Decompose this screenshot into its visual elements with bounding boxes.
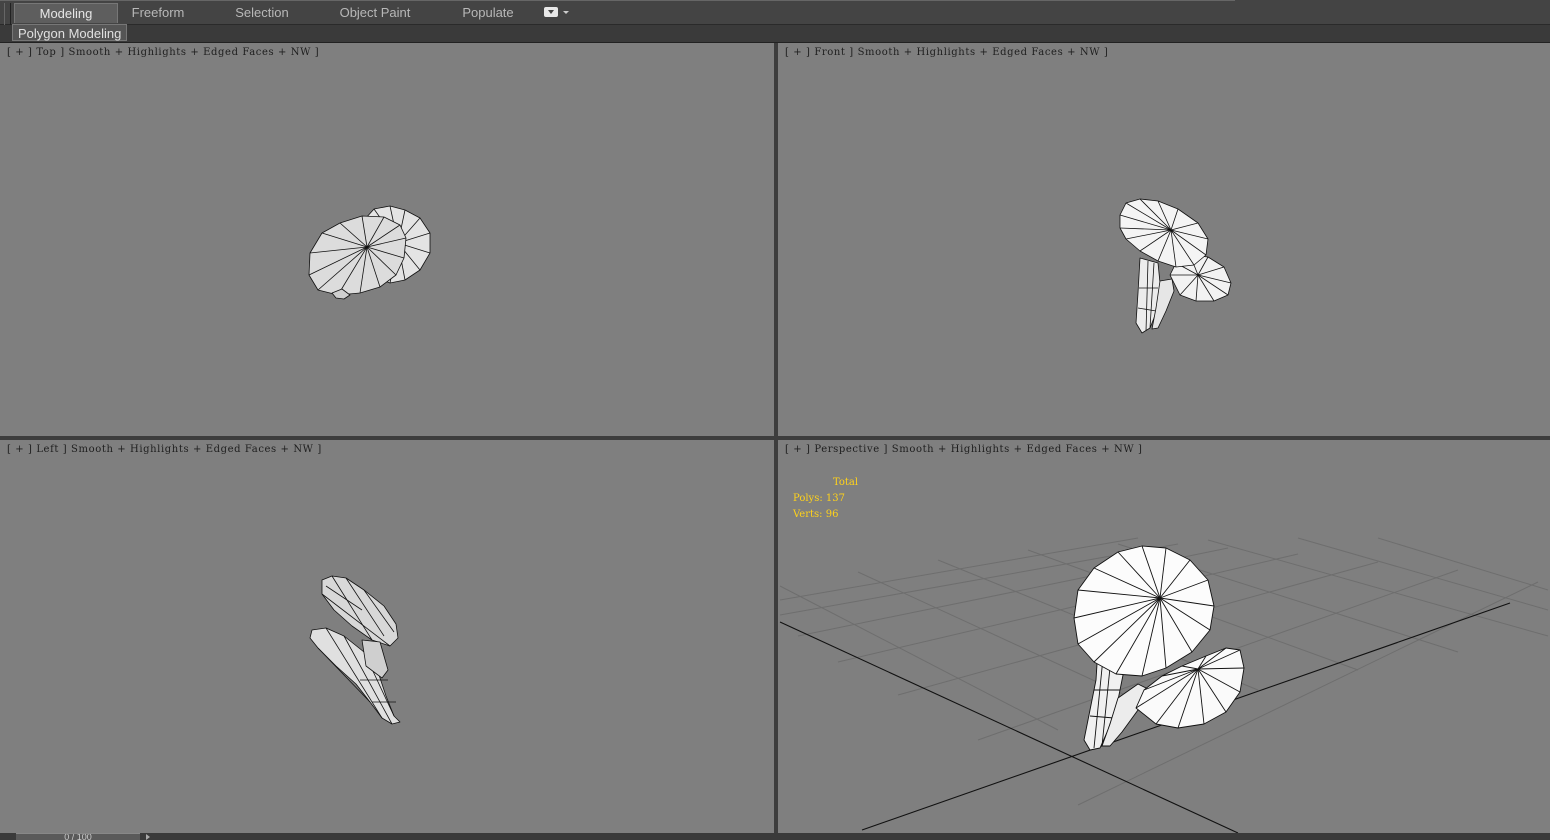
perspective-scene — [779, 537, 1549, 833]
tab-freeform[interactable]: Freeform — [118, 3, 198, 23]
time-slider[interactable]: 0 / 100 — [16, 833, 140, 840]
ribbon-panel: Polygon Modeling — [0, 24, 1550, 43]
viewport-perspective[interactable]: [ + ] Perspective ] Smooth + Highlights … — [778, 440, 1550, 833]
dropdown-box-icon — [544, 7, 558, 17]
mushroom-mesh-top — [308, 205, 431, 300]
viewport-left[interactable]: [ + ] Left ] Smooth + Highlights + Edged… — [0, 440, 774, 833]
tab-selection[interactable]: Selection — [222, 3, 302, 23]
polygon-modeling-button[interactable]: Polygon Modeling — [12, 24, 128, 41]
ribbon-tab-bar: Modeling Freeform Selection Object Paint… — [0, 0, 1550, 39]
tab-object-paint[interactable]: Object Paint — [330, 3, 420, 23]
time-slider-next-icon[interactable] — [146, 834, 150, 840]
ribbon-top-line — [0, 0, 1235, 1]
tab-modeling[interactable]: Modeling — [14, 3, 118, 23]
mushroom-mesh-left — [309, 575, 401, 725]
status-bar: 0 / 100 — [0, 833, 1550, 840]
viewport-top[interactable]: [ + ] Top ] Smooth + Highlights + Edged … — [0, 43, 774, 436]
ribbon-options-dropdown[interactable] — [544, 6, 570, 20]
viewport-front[interactable]: [ + ] Front ] Smooth + Highlights + Edge… — [778, 43, 1550, 436]
tab-populate[interactable]: Populate — [448, 3, 528, 23]
chevron-down-icon — [563, 11, 569, 14]
mushroom-mesh-front — [1119, 198, 1232, 334]
